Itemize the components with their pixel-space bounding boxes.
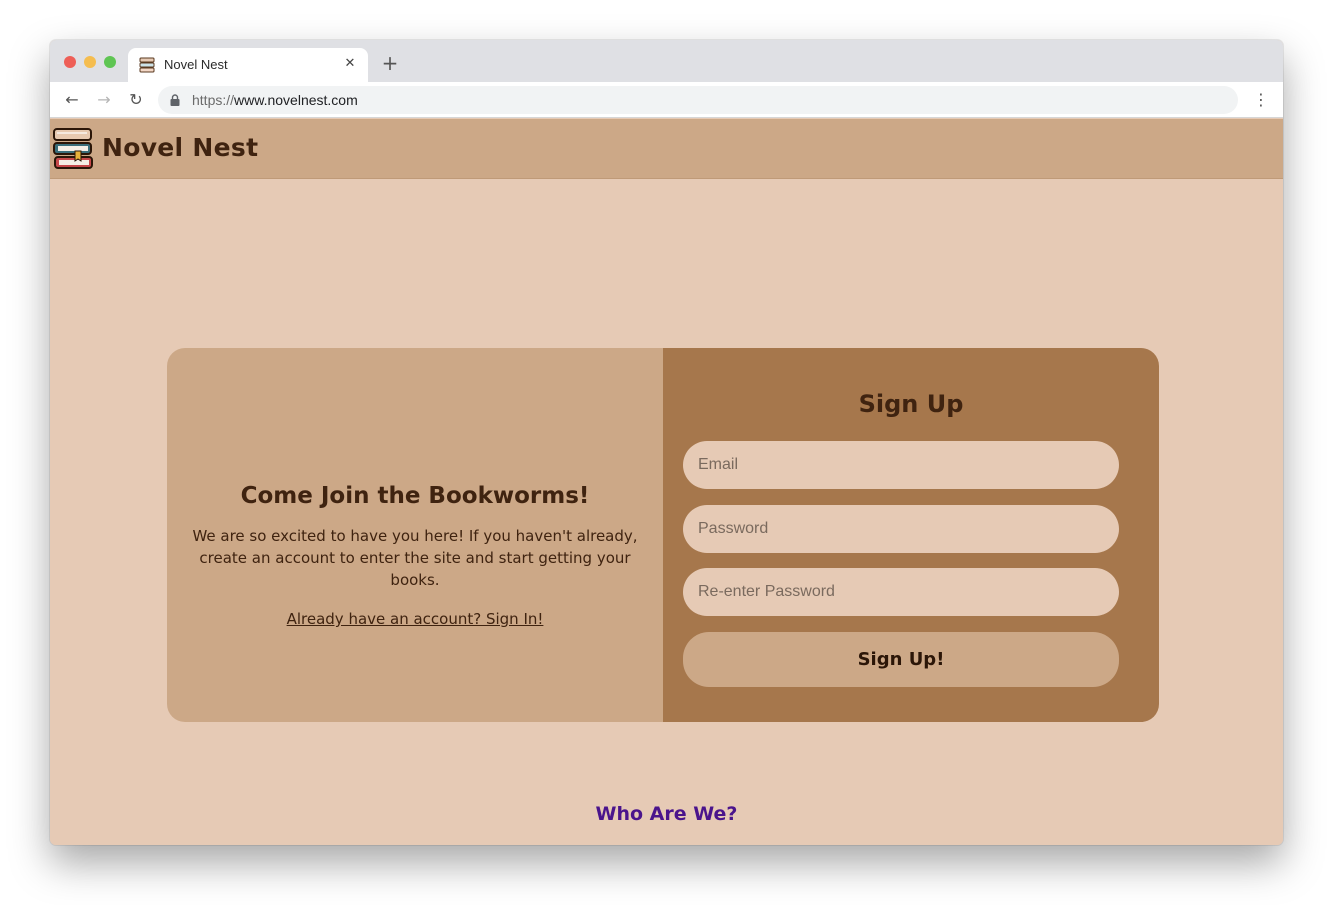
page-content: Novel Nest Come Join the Bookworms! We a…	[50, 119, 1283, 845]
new-tab-button[interactable]: +	[380, 53, 400, 73]
url-text: https://www.novelnest.com	[192, 92, 358, 108]
site-title[interactable]: Novel Nest	[102, 133, 258, 162]
signin-link[interactable]: Already have an account? Sign In!	[167, 610, 663, 628]
who-are-we-link[interactable]: Who Are We?	[50, 803, 1283, 825]
maximize-window-button[interactable]	[104, 56, 116, 68]
signup-heading: Sign Up	[858, 390, 964, 418]
reenter-password-field[interactable]	[683, 568, 1119, 616]
browser-toolbar: ← → ↻ https://www.novelnest.com ⋮	[50, 82, 1283, 118]
welcome-text: We are so excited to have you here! If y…	[192, 527, 638, 589]
tab-title: Novel Nest	[164, 57, 228, 72]
book-stack-icon	[139, 57, 155, 73]
url-scheme: https://	[192, 92, 235, 108]
forward-arrow-icon[interactable]: →	[94, 90, 114, 110]
book-stack-icon	[53, 128, 93, 169]
back-arrow-icon[interactable]: ←	[62, 90, 82, 110]
address-bar[interactable]: https://www.novelnest.com	[158, 86, 1238, 114]
reload-icon[interactable]: ↻	[126, 90, 146, 110]
close-window-button[interactable]	[64, 56, 76, 68]
email-field[interactable]	[683, 441, 1119, 489]
password-field[interactable]	[683, 505, 1119, 553]
signup-card: Come Join the Bookworms! We are so excit…	[167, 348, 1159, 722]
welcome-heading: Come Join the Bookworms!	[240, 483, 590, 509]
url-host: www.novelnest.com	[234, 92, 358, 108]
lock-icon	[170, 94, 180, 106]
browser-window: Novel Nest ✕ + ← → ↻ https://www.novelne…	[50, 40, 1283, 845]
site-header: Novel Nest	[50, 119, 1283, 179]
welcome-panel: Come Join the Bookworms! We are so excit…	[167, 348, 663, 722]
minimize-window-button[interactable]	[84, 56, 96, 68]
browser-menu-icon[interactable]: ⋮	[1251, 90, 1271, 110]
tab-novel-nest[interactable]: Novel Nest ✕	[128, 48, 368, 82]
tab-strip: Novel Nest ✕ +	[50, 40, 1283, 82]
tab-close-icon[interactable]: ✕	[342, 56, 358, 72]
signup-button[interactable]: Sign Up!	[683, 632, 1119, 687]
signup-panel: Sign Up Sign Up!	[663, 348, 1159, 722]
